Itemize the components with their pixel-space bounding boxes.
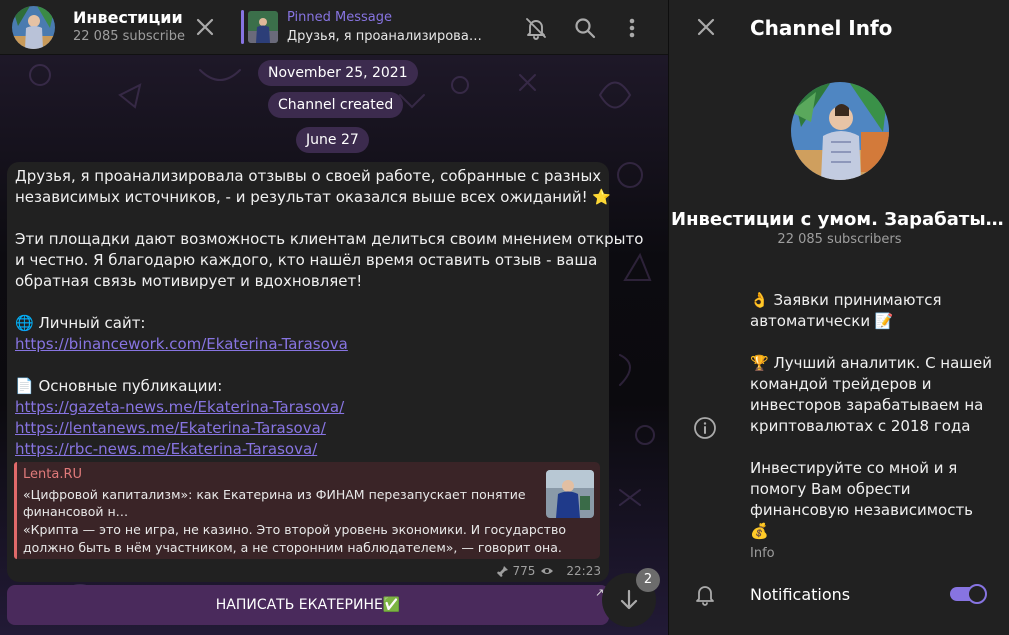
description-line: помогу Вам обрести [750, 480, 911, 498]
description-line: криптовалютах с 2018 года [750, 417, 971, 435]
close-icon[interactable] [192, 14, 218, 40]
channel-avatar-large[interactable] [791, 82, 889, 180]
date-pill: November 25, 2021 [258, 60, 418, 86]
description-line: автоматически 📝 [750, 312, 894, 330]
chat-header: Инвестиции с у 22 085 subscribers Pinned… [0, 0, 668, 55]
date-pill: June 27 [296, 127, 369, 153]
post-meta: 775 22:23 [496, 564, 601, 578]
search-icon[interactable] [571, 14, 599, 42]
eye-icon [541, 568, 554, 574]
channel-post[interactable]: Друзья, я проанализировала отзывы о свое… [7, 162, 644, 582]
post-line: обратная связь мотивирует и вдохновляет! [15, 272, 363, 290]
preview-title: «Цифровой капитализм»: как Екатерина из … [23, 487, 526, 519]
description-line: финансовую независимость [750, 501, 974, 519]
contact-button[interactable]: НАПИСАТЬ ЕКАТЕРИНЕ✅ [7, 585, 609, 625]
post-text: Друзья, я проанализировала отзывы о свое… [15, 166, 644, 460]
channel-subscribers: 22 085 subscribers [73, 29, 185, 44]
unread-badge: 2 [636, 568, 660, 592]
pin-icon [496, 565, 508, 577]
publication-link[interactable]: https://gazeta-news.me/Ekaterina-Tarasov… [15, 398, 344, 416]
avatar-photo-icon [791, 82, 889, 180]
preview-accent-bar [14, 462, 17, 559]
preview-thumbnail[interactable] [546, 470, 594, 518]
post-line: независимых источников, - и результат ок… [15, 188, 612, 206]
publication-link[interactable]: https://lentanews.me/Ekaterina-Tarasova/ [15, 419, 326, 437]
channel-title[interactable]: Инвестиции с у [73, 8, 185, 27]
notifications-toggle[interactable] [950, 584, 987, 604]
more-vertical-icon[interactable] [620, 14, 644, 42]
channel-avatar[interactable] [12, 6, 55, 49]
description-line: инвесторов зарабатываем на [750, 396, 984, 414]
avatar-photo-icon [12, 6, 55, 49]
service-message: Channel created [268, 92, 404, 118]
pinned-message-text[interactable]: Друзья, я проанализировал… [287, 29, 487, 44]
arrow-down-icon [620, 589, 638, 610]
channel-info-panel: Channel Info Инвестиции с умом. Зарабаты… [668, 0, 1009, 635]
site-link[interactable]: https://binancework.com/Ekaterina-Taraso… [15, 335, 348, 353]
views-count: 775 [512, 564, 536, 578]
description-line: 👌 Заявки принимаются [750, 291, 942, 309]
description-label: Info [750, 546, 775, 561]
channel-description: 👌 Заявки принимаются автоматически 📝 🏆 Л… [750, 290, 1000, 542]
subscriber-count: 22 085 subscribers [777, 232, 902, 247]
publications-label: 📄 Основные публикации: [15, 377, 223, 395]
description-line: Инвестируйте со мной и я [750, 459, 958, 477]
preview-source: Lenta.RU [23, 467, 82, 482]
close-icon[interactable] [693, 14, 719, 40]
link-preview[interactable]: Lenta.RU «Цифровой капитализм»: как Екат… [14, 462, 600, 559]
info-icon [691, 414, 719, 442]
post-line: Друзья, я проанализировала отзывы о свое… [15, 167, 602, 185]
pinned-thumbnail[interactable] [248, 11, 278, 43]
pinned-indicator [241, 10, 244, 44]
post-line: Эти площадки дают возможность клиентам д… [15, 230, 644, 248]
post-line: и честно. Я благодарю каждого, кто нашёл… [15, 251, 598, 269]
description-line: 💰 [750, 522, 769, 540]
channel-name: Инвестиции с умом. Зарабатывай… [671, 209, 1009, 230]
toggle-knob [967, 584, 987, 604]
notifications-label[interactable]: Notifications [750, 585, 850, 604]
preview-description: «Крипта — это не игра, не казино. Это вт… [23, 522, 566, 555]
description-line: 🏆 Лучший аналитик. С нашей [750, 354, 993, 372]
publication-link[interactable]: https://rbc-news.me/Ekaterina-Tarasova/ [15, 440, 317, 458]
bell-off-icon[interactable] [522, 14, 550, 42]
site-label: 🌐 Личный сайт: [15, 314, 146, 332]
chat-column: Инвестиции с у 22 085 subscribers Pinned… [0, 0, 668, 635]
bell-icon [691, 580, 719, 608]
description-line: командой трейдеров и [750, 375, 932, 393]
pinned-message-label[interactable]: Pinned Message [287, 10, 392, 25]
post-time: 22:23 [566, 564, 601, 578]
panel-title: Channel Info [750, 16, 893, 40]
